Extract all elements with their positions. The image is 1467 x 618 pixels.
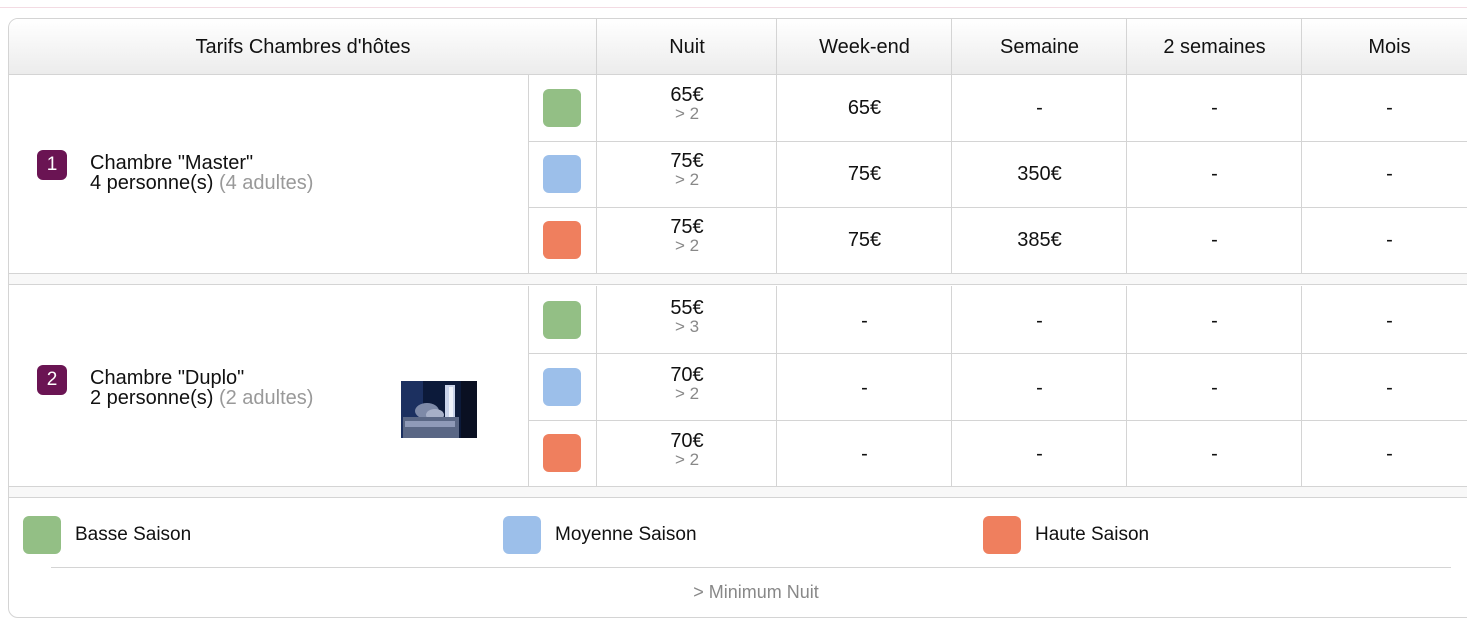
nuit-minimum: > 2 <box>674 450 700 469</box>
nuit-price: 75€ <box>670 150 704 172</box>
capacity-detail: (4 adultes) <box>218 172 314 194</box>
room-title[interactable]: Chambre "Duplo" <box>90 368 313 388</box>
nuit-cell: 70€ > 2 <box>597 365 777 402</box>
nuit-cell: 55€ > 3 <box>597 298 777 335</box>
weekend-price: - <box>861 443 868 465</box>
legend-label-basse: Basse Saison <box>75 524 192 545</box>
divider <box>776 19 777 75</box>
deux-semaines-price: - <box>1211 229 1218 251</box>
semaine-price: - <box>1036 377 1043 399</box>
divider <box>528 286 529 487</box>
nuit-price: 65€ <box>670 84 704 106</box>
season-swatch-haute <box>543 434 581 472</box>
legend-divider <box>51 567 1451 568</box>
season-swatch-basse <box>543 301 581 339</box>
deux-semaines-price: - <box>1211 163 1218 185</box>
header-mois: Mois <box>1368 35 1411 58</box>
nuit-minimum: > 2 <box>674 384 700 403</box>
legend-swatch-haute <box>983 516 1021 554</box>
row-separator <box>9 486 1467 498</box>
nuit-price: 55€ <box>670 297 704 319</box>
nuit-cell: 65€ > 2 <box>597 85 777 122</box>
divider <box>529 353 1467 354</box>
room-capacity: 4 personne(s) (4 adultes) <box>90 173 313 193</box>
nuit-minimum: > 3 <box>674 317 700 336</box>
header-title: Tarifs Chambres d'hôtes <box>195 35 411 58</box>
nuit-price: 75€ <box>670 216 704 238</box>
room-capacity: 2 personne(s) (2 adultes) <box>90 388 313 408</box>
mois-price: - <box>1386 163 1393 185</box>
mois-price: - <box>1386 97 1393 119</box>
header-2-semaines: 2 semaines <box>1163 35 1266 58</box>
mois-price: - <box>1386 377 1393 399</box>
legend-swatch-basse <box>23 516 61 554</box>
weekend-price: - <box>861 310 868 332</box>
capacity-text: 4 personne(s) <box>90 172 214 194</box>
divider <box>529 207 1467 208</box>
semaine-price: - <box>1036 97 1043 119</box>
divider <box>528 75 529 274</box>
divider <box>951 19 952 75</box>
divider <box>529 420 1467 421</box>
weekend-price: 75€ <box>847 229 882 251</box>
nuit-price: 70€ <box>670 364 704 386</box>
nuit-price: 70€ <box>670 430 704 452</box>
room-photo-thumbnail[interactable] <box>401 381 477 438</box>
capacity-detail: (2 adultes) <box>218 387 314 409</box>
room-photo-image <box>401 381 477 438</box>
header-weekend: Week-end <box>819 35 910 58</box>
semaine-price: 385€ <box>1017 229 1062 251</box>
room-number-badge: 1 <box>37 150 67 180</box>
season-swatch-basse <box>543 89 581 127</box>
divider <box>529 141 1467 142</box>
capacity-text: 2 personne(s) <box>90 387 214 409</box>
season-swatch-moyenne <box>543 368 581 406</box>
deux-semaines-price: - <box>1211 97 1218 119</box>
mois-price: - <box>1386 229 1393 251</box>
legend-label-moyenne: Moyenne Saison <box>555 524 697 545</box>
minimum-night-note: > Minimum Nuit <box>693 582 819 602</box>
semaine-price: - <box>1036 443 1043 465</box>
nuit-minimum: > 2 <box>674 170 700 189</box>
divider <box>1301 19 1302 75</box>
mois-price: - <box>1386 443 1393 465</box>
weekend-price: 75€ <box>847 163 882 185</box>
weekend-price: - <box>861 377 868 399</box>
semaine-price: 350€ <box>1017 163 1062 185</box>
nuit-minimum: > 2 <box>674 236 700 255</box>
deux-semaines-price: - <box>1211 310 1218 332</box>
semaine-price: - <box>1036 310 1043 332</box>
legend-swatch-moyenne <box>503 516 541 554</box>
season-swatch-moyenne <box>543 155 581 193</box>
mois-price: - <box>1386 310 1393 332</box>
divider <box>1126 19 1127 75</box>
room-number-badge: 2 <box>37 365 67 395</box>
room-title[interactable]: Chambre "Master" <box>90 153 313 173</box>
nuit-cell: 75€ > 2 <box>597 217 777 254</box>
room-name[interactable]: Chambre "Master" 4 personne(s) (4 adulte… <box>90 153 313 193</box>
rates-table: Tarifs Chambres d'hôtes Nuit Week-end Se… <box>8 18 1467 618</box>
row-separator <box>9 273 1467 285</box>
divider <box>596 19 597 75</box>
nuit-cell: 70€ > 2 <box>597 431 777 468</box>
room-name[interactable]: Chambre "Duplo" 2 personne(s) (2 adultes… <box>90 368 313 408</box>
header-semaine: Semaine <box>1000 35 1079 58</box>
season-swatch-haute <box>543 221 581 259</box>
nuit-minimum: > 2 <box>674 104 700 123</box>
deux-semaines-price: - <box>1211 377 1218 399</box>
top-divider <box>0 0 1467 8</box>
weekend-price: 65€ <box>847 97 882 119</box>
deux-semaines-price: - <box>1211 443 1218 465</box>
nuit-cell: 75€ > 2 <box>597 151 777 188</box>
legend-label-haute: Haute Saison <box>1035 524 1150 545</box>
header-nuit: Nuit <box>669 35 705 58</box>
